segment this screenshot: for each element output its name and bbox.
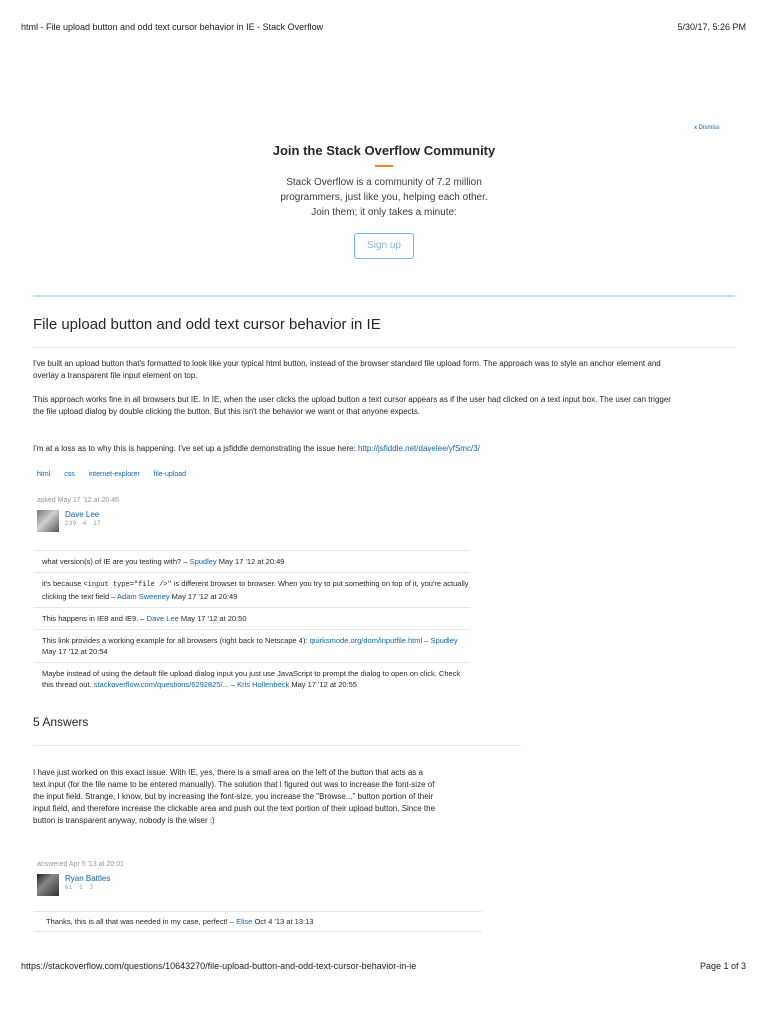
banner-line-1: Stack Overflow is a community of 7.2 mil… <box>286 177 482 188</box>
tag-file-upload[interactable]: file-upload <box>154 471 186 478</box>
banner-accent-rule <box>375 165 393 167</box>
answer-comment: Thanks, this is all that was needed in m… <box>34 911 482 932</box>
question-paragraph-2: This approach works fine in all browsers… <box>33 395 671 416</box>
banner-line-2: programmers, just like you, helping each… <box>280 192 488 203</box>
join-banner: Join the Stack Overflow Community Stack … <box>0 143 768 259</box>
comment-date: May 17 '12 at 20:49 <box>169 592 238 601</box>
print-title: html - File upload button and odd text c… <box>21 22 324 32</box>
tag-internet-explorer[interactable]: internet-explorer <box>89 471 140 478</box>
comment: This link provides a working example for… <box>34 629 470 662</box>
comment-date: May 17 '12 at 20:54 <box>42 647 108 656</box>
code-snippet: <input type="file />" <box>83 581 172 589</box>
sign-up-button[interactable]: Sign up <box>354 233 414 259</box>
avatar[interactable] <box>37 874 59 896</box>
rep-score: 239 <box>65 521 77 527</box>
comment: Maybe instead of using the default file … <box>34 662 470 695</box>
asked-date: asked May 17 '12 at 20:46 <box>37 497 119 504</box>
comment-date: Oct 4 '13 at 13:13 <box>252 917 314 926</box>
comment-date: May 17 '12 at 20:49 <box>216 557 285 566</box>
answers-count: 5 Answers <box>33 715 89 729</box>
silver-badges: 1 <box>79 885 84 891</box>
comment-date: May 17 '12 at 20:50 <box>178 614 247 623</box>
tag-css[interactable]: css <box>64 471 75 478</box>
asker-card: Dave Lee 239 4 17 <box>37 510 101 532</box>
answers-divider <box>33 745 521 746</box>
comment-link[interactable]: quirksmode.org/dom/inputfile.html <box>310 636 423 645</box>
question-paragraph-1: I've built an upload button that's forma… <box>33 359 661 380</box>
comment: it's because <input type="file />" is di… <box>34 572 470 607</box>
comment: what version(s) of IE are you testing wi… <box>34 550 470 572</box>
title-divider <box>33 347 735 348</box>
comment-link[interactable]: stackoverflow.com/questions/6292825/... <box>94 680 229 689</box>
rep-score: 61 <box>65 885 73 891</box>
print-url: https://stackoverflow.com/questions/1064… <box>21 961 417 971</box>
question-comments: what version(s) of IE are you testing wi… <box>34 550 470 695</box>
bronze-badges: 17 <box>93 521 102 527</box>
asker-reputation: 239 4 17 <box>65 521 101 527</box>
jsfiddle-link[interactable]: http://jsfiddle.net/davelee/yfSmc/3/ <box>358 444 480 453</box>
comment-user[interactable]: Elise <box>236 917 252 926</box>
banner-text: Stack Overflow is a community of 7.2 mil… <box>0 175 768 220</box>
asker-name[interactable]: Dave Lee <box>65 510 101 519</box>
banner-title: Join the Stack Overflow Community <box>272 143 496 158</box>
comment-user[interactable]: Dave Lee <box>147 614 179 623</box>
banner-line-3: Join them; it only takes a minute: <box>311 207 457 218</box>
comment: This happens in IE8 and IE9. – Dave Lee … <box>34 607 470 629</box>
answerer-name[interactable]: Ryan Battles <box>65 874 110 883</box>
comment-user[interactable]: Spudley <box>431 636 458 645</box>
comment-user[interactable]: Spudley <box>190 557 217 566</box>
silver-badges: 4 <box>83 521 87 527</box>
comment-user[interactable]: Adam Sweeney <box>117 592 170 601</box>
answer-text: I have just worked on this exact issue. … <box>33 768 436 825</box>
print-date: 5/30/17, 5:26 PM <box>677 22 746 32</box>
question-paragraph-3: I'm at a loss as to why this is happenin… <box>33 443 673 455</box>
question-title[interactable]: File upload button and odd text cursor b… <box>33 316 381 333</box>
print-header: html - File upload button and odd text c… <box>21 22 746 32</box>
answerer-reputation: 61 1 3 <box>65 885 110 891</box>
question-tags: html css internet-explorer file-upload <box>37 471 186 478</box>
comment-date: May 17 '12 at 20:55 <box>289 680 357 689</box>
print-footer: https://stackoverflow.com/questions/1064… <box>21 961 746 971</box>
comment-user[interactable]: Kris Hollenbeck <box>237 680 289 689</box>
avatar[interactable] <box>37 510 59 532</box>
answerer-card: Ryan Battles 61 1 3 <box>37 874 110 896</box>
tag-html[interactable]: html <box>37 471 50 478</box>
print-page-number: Page 1 of 3 <box>699 961 746 971</box>
answered-date: answered Apr 5 '13 at 20:01 <box>37 861 124 868</box>
question-paragraph-3-text: I'm at a loss as to why this is happenin… <box>33 444 359 453</box>
dismiss-link[interactable]: x Dismiss <box>694 125 720 131</box>
bronze-badges: 3 <box>89 885 94 891</box>
banner-divider <box>33 295 735 297</box>
